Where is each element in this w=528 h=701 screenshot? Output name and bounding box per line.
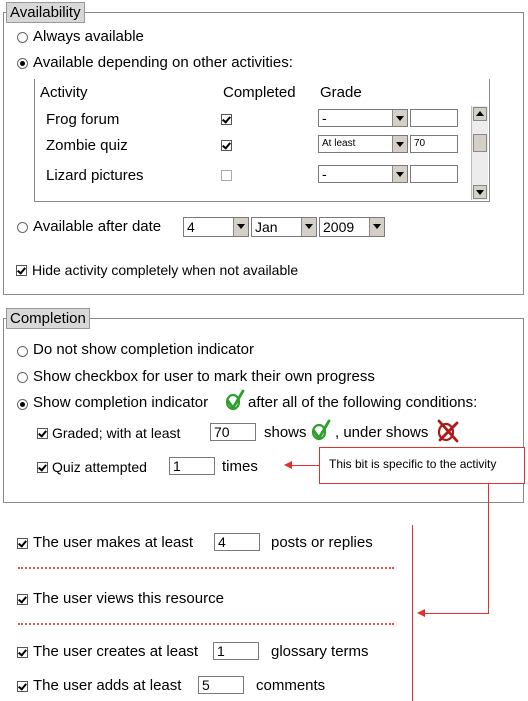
- extra-posts-checkbox[interactable]: [17, 538, 28, 549]
- chevron-down-icon: [369, 218, 384, 236]
- annotation-bracket-line: [412, 525, 413, 701]
- hide-activity-label: Hide activity completely when not availa…: [32, 262, 299, 278]
- row-completed-checkbox-zombie-quiz[interactable]: [221, 140, 232, 151]
- date-day-select[interactable]: 4: [183, 217, 249, 237]
- col-header-grade: Grade: [320, 84, 362, 101]
- divider: [18, 567, 394, 569]
- quiz-attempted-checkbox[interactable]: [37, 462, 48, 473]
- under-shows-label: , under shows: [335, 424, 429, 441]
- row-completed-checkbox-lizard-pictures[interactable]: [221, 170, 232, 181]
- extra-posts-label: The user makes at least: [33, 534, 194, 551]
- radio-show-indicator[interactable]: [17, 399, 28, 410]
- row-activity-frog-forum: Frog forum: [46, 111, 120, 128]
- show-indicator-label: Show completion indicator: [33, 394, 209, 411]
- chevron-down-icon: [392, 110, 407, 126]
- table-scrollbar[interactable]: [471, 106, 488, 200]
- show-checkbox-label: Show checkbox for user to mark their own…: [33, 368, 375, 385]
- extra-comments-checkbox[interactable]: [17, 681, 28, 692]
- annotation-connector-horizontal: [425, 613, 489, 614]
- chevron-down-icon: [392, 136, 407, 152]
- scroll-down-arrow[interactable]: [473, 185, 487, 199]
- extra-posts-suffix: posts or replies: [271, 534, 373, 551]
- cross-icon: [437, 419, 459, 443]
- row-completed-checkbox-frog-forum[interactable]: [221, 114, 232, 125]
- chevron-down-icon: [392, 166, 407, 182]
- graded-shows-label: shows: [264, 424, 307, 441]
- no-completion-label: Do not show completion indicator: [33, 341, 254, 358]
- annotation-connector-vertical: [488, 484, 489, 614]
- graded-checkbox[interactable]: [37, 428, 48, 439]
- grade-input-zombie-quiz[interactable]: 70: [410, 135, 458, 153]
- graded-label: Graded; with at least: [52, 425, 181, 441]
- extra-glossary-label: The user creates at least: [33, 643, 199, 660]
- extra-views-checkbox[interactable]: [17, 594, 28, 605]
- annotation-arrowhead: [284, 461, 292, 469]
- scroll-thumb[interactable]: [473, 134, 487, 152]
- date-year-select[interactable]: 2009: [319, 217, 385, 237]
- available-depending-label: Available depending on other activities:: [33, 54, 293, 71]
- completion-legend: Completion: [6, 308, 90, 329]
- chevron-down-icon: [301, 218, 316, 236]
- date-month-select[interactable]: Jan: [251, 217, 317, 237]
- show-indicator-suffix: after all of the following conditions:: [248, 394, 478, 411]
- col-header-activity: Activity: [40, 84, 88, 101]
- radio-available-after-date[interactable]: [17, 222, 28, 233]
- col-header-completed: Completed: [223, 84, 296, 101]
- extra-comments-suffix: comments: [256, 677, 326, 694]
- available-after-date-label: Available after date: [33, 218, 162, 235]
- chevron-down-icon: [233, 218, 248, 236]
- radio-always-available[interactable]: [17, 32, 28, 43]
- always-available-label: Always available: [33, 28, 144, 45]
- availability-legend: Availability: [6, 2, 85, 23]
- radio-no-completion[interactable]: [17, 346, 28, 357]
- extra-comments-label: The user adds at least: [33, 677, 182, 694]
- extra-views-label: The user views this resource: [33, 590, 224, 607]
- extra-posts-input[interactable]: 4: [214, 533, 260, 551]
- grade-select-lizard-pictures[interactable]: -: [318, 165, 408, 183]
- extra-comments-input[interactable]: 5: [198, 676, 244, 694]
- row-activity-zombie-quiz: Zombie quiz: [46, 137, 128, 154]
- quiz-attempted-input[interactable]: 1: [169, 457, 215, 475]
- annotation-arrow-line: [291, 465, 320, 466]
- quiz-attempted-suffix: times: [222, 458, 258, 475]
- grade-input-frog-forum[interactable]: [410, 109, 458, 127]
- graded-value-input[interactable]: 70: [210, 423, 256, 441]
- annotation-callout-text: This bit is specific to the activity: [329, 457, 497, 471]
- extra-glossary-input[interactable]: 1: [213, 642, 259, 660]
- annotation-callout: This bit is specific to the activity: [319, 447, 525, 484]
- grade-input-lizard-pictures[interactable]: [410, 165, 458, 183]
- extra-glossary-checkbox[interactable]: [17, 647, 28, 658]
- grade-select-zombie-quiz[interactable]: At least: [318, 135, 408, 153]
- row-activity-lizard-pictures: Lizard pictures: [46, 167, 144, 184]
- grade-select-frog-forum[interactable]: -: [318, 109, 408, 127]
- radio-show-checkbox[interactable]: [17, 372, 28, 383]
- quiz-attempted-label: Quiz attempted: [52, 459, 147, 475]
- annotation-arrowhead: [417, 609, 425, 617]
- tick-icon: [225, 389, 245, 411]
- radio-available-depending[interactable]: [17, 58, 28, 69]
- divider: [18, 623, 394, 625]
- hide-activity-checkbox[interactable]: [16, 265, 27, 276]
- scroll-up-arrow[interactable]: [473, 107, 487, 121]
- extra-glossary-suffix: glossary terms: [271, 643, 369, 660]
- tick-icon: [311, 419, 331, 441]
